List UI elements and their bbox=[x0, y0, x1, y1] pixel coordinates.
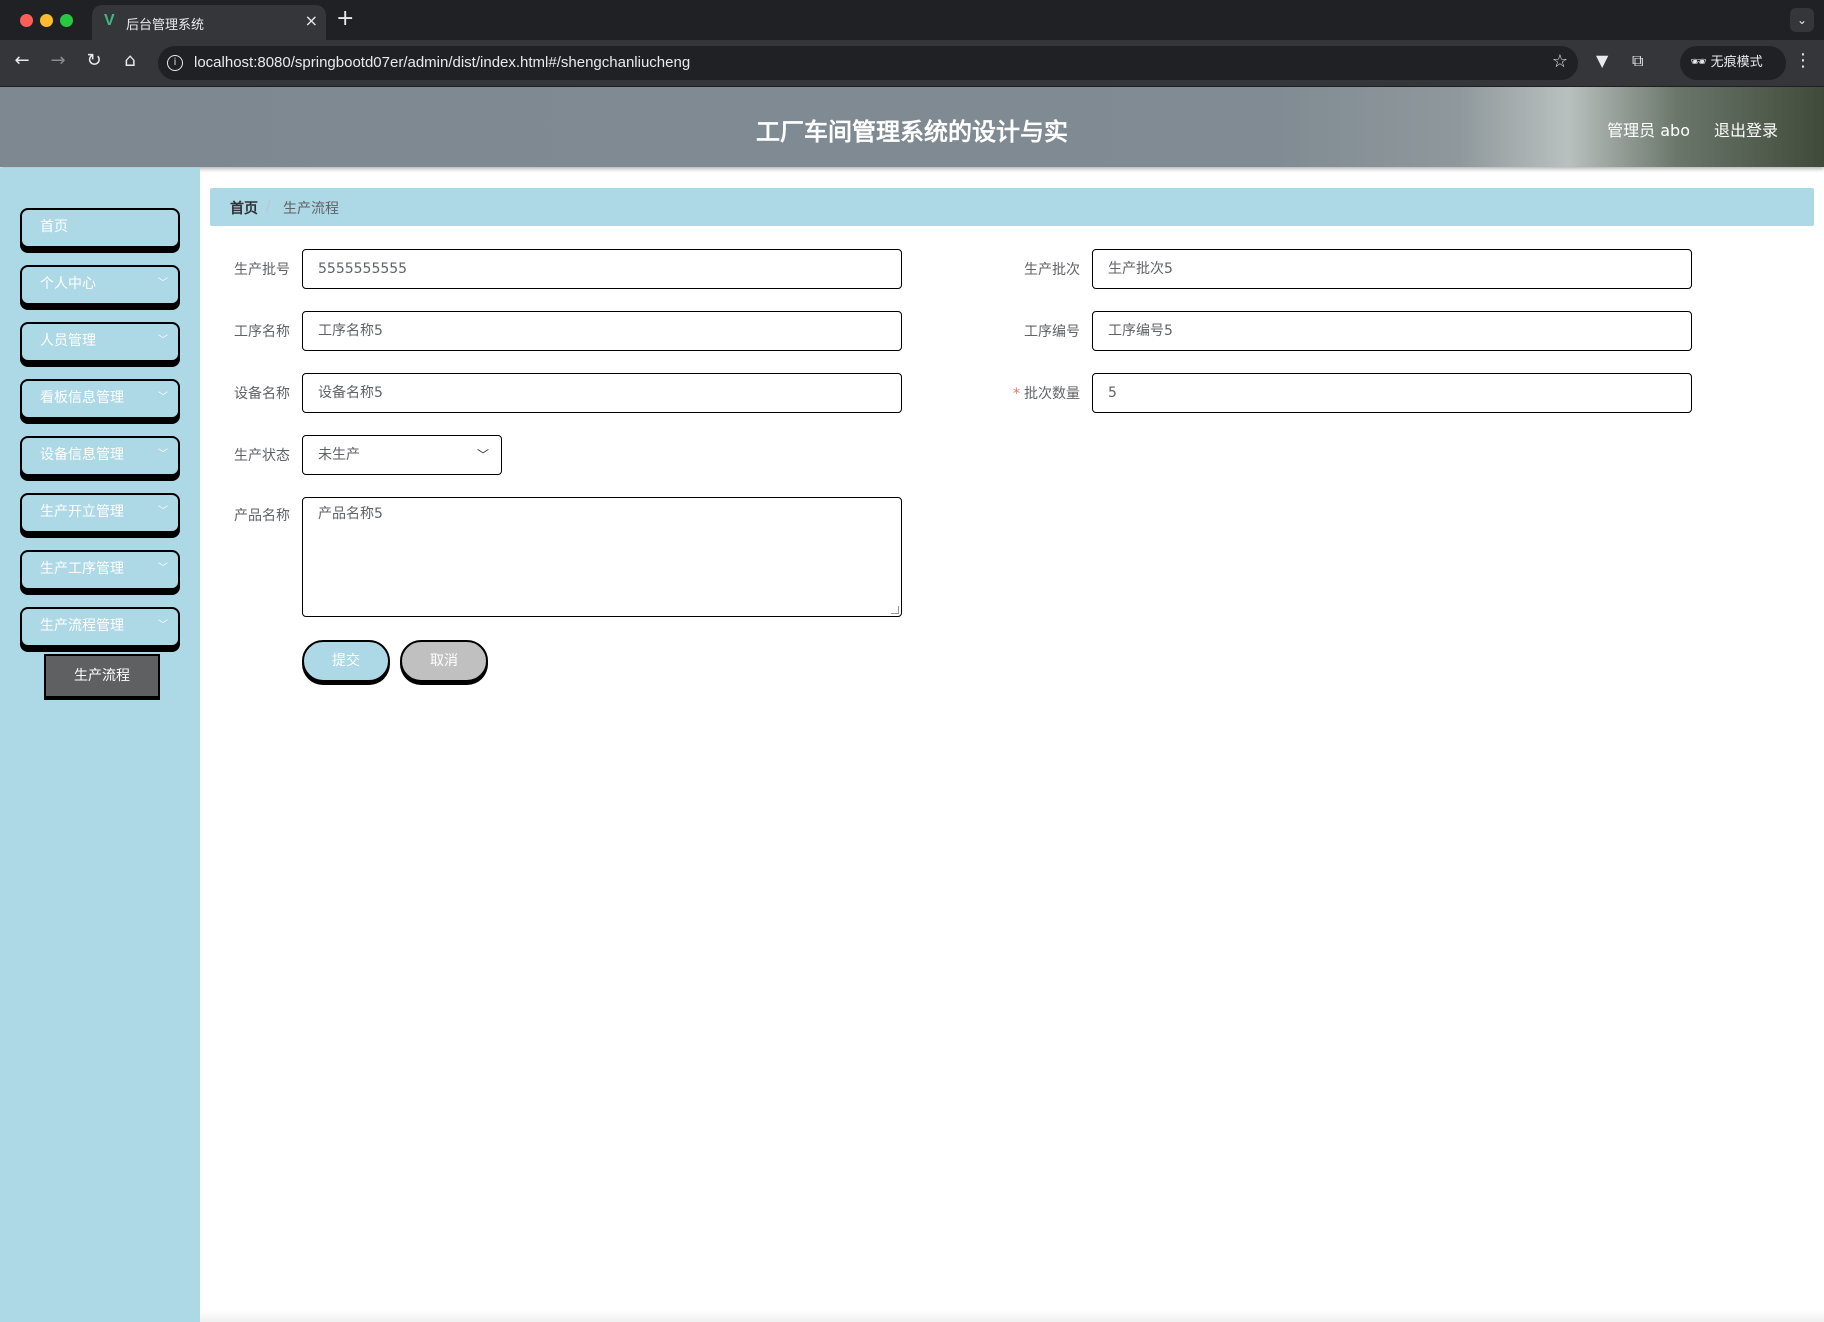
url-text[interactable]: localhost:8080/springbootd07er/admin/dis… bbox=[194, 54, 690, 71]
incognito-label: 无痕模式 bbox=[1710, 55, 1763, 70]
tab-close-icon[interactable]: × bbox=[305, 11, 318, 30]
back-arrow-icon[interactable]: ← bbox=[10, 50, 34, 71]
chevron-down-icon: ﹀ bbox=[158, 563, 168, 574]
incognito-icon: 🕶 bbox=[1690, 55, 1707, 70]
resize-handle-icon[interactable] bbox=[891, 606, 899, 614]
browser-toolbar: ← → ↻ ⌂ i localhost:8080/springbootd07er… bbox=[0, 40, 1824, 87]
sidebar-item-personal-center[interactable]: 个人中心 ﹀ bbox=[20, 265, 180, 305]
sidebar-item-home[interactable]: 首页 bbox=[20, 208, 180, 248]
batch-qty-label: * 批次数量 bbox=[980, 383, 1080, 403]
vue-logo-icon: V bbox=[104, 12, 115, 29]
sidebar: 首页 个人中心 ﹀ 人员管理 ﹀ 看板信息管理 ﹀ 设备信息管理 ﹀ 生产开立管… bbox=[0, 168, 200, 1322]
batch-qty-input[interactable]: 5 bbox=[1092, 373, 1692, 413]
extensions-puzzle-icon[interactable]: ⧉ bbox=[1632, 51, 1643, 71]
sidebar-item-board-management[interactable]: 看板信息管理 ﹀ bbox=[20, 379, 180, 419]
chevron-down-icon: ﹀ bbox=[158, 449, 168, 460]
sidebar-item-label: 生产开立管理 bbox=[40, 504, 124, 520]
product-name-textarea[interactable]: 产品名称5 bbox=[302, 497, 902, 617]
browser-tab[interactable]: V 后台管理系统 × bbox=[92, 5, 326, 40]
page-bottom-shadow bbox=[200, 1310, 1824, 1322]
sidebar-item-label: 生产工序管理 bbox=[40, 561, 124, 577]
sidebar-item-device-management[interactable]: 设备信息管理 ﹀ bbox=[20, 436, 180, 476]
minimize-window-button[interactable] bbox=[40, 14, 53, 27]
process-no-label: 工序编号 bbox=[1024, 324, 1080, 340]
sidebar-item-label: 首页 bbox=[40, 219, 68, 235]
submit-button[interactable]: 提交 bbox=[302, 640, 390, 682]
sidebar-item-flow-management[interactable]: 生产流程管理 ﹀ bbox=[20, 607, 180, 647]
home-icon[interactable]: ⌂ bbox=[118, 50, 142, 71]
chevron-up-icon: ﹀ bbox=[158, 620, 168, 631]
forward-arrow-icon[interactable]: → bbox=[46, 50, 70, 71]
status-label: 生产状态 bbox=[234, 448, 290, 464]
close-window-button[interactable] bbox=[20, 14, 33, 27]
product-name-label: 产品名称 bbox=[234, 508, 290, 524]
maximize-window-button[interactable] bbox=[60, 14, 73, 27]
site-info-icon[interactable]: i bbox=[167, 55, 183, 71]
chevron-down-icon: ﹀ bbox=[158, 506, 168, 517]
sidebar-item-label: 设备信息管理 bbox=[40, 447, 124, 463]
vue-devtools-icon[interactable]: ▼ bbox=[1596, 51, 1608, 70]
sidebar-item-process-management[interactable]: 生产工序管理 ﹀ bbox=[20, 550, 180, 590]
sidebar-item-label: 生产流程管理 bbox=[40, 618, 124, 634]
product-name-value: 产品名称5 bbox=[318, 506, 383, 522]
browser-tab-bar: V 后台管理系统 × + ⌄ bbox=[0, 0, 1824, 40]
new-tab-button[interactable]: + bbox=[336, 6, 354, 31]
sidebar-item-label: 个人中心 bbox=[40, 276, 96, 292]
breadcrumb-current: 生产流程 bbox=[283, 201, 339, 217]
batch-no-input[interactable]: 5555555555 bbox=[302, 249, 902, 289]
tab-title: 后台管理系统 bbox=[126, 18, 205, 33]
sidebar-item-staff-management[interactable]: 人员管理 ﹀ bbox=[20, 322, 180, 362]
address-bar[interactable]: i localhost:8080/springbootd07er/admin/d… bbox=[158, 46, 1578, 80]
chevron-down-icon: ﹀ bbox=[158, 392, 168, 403]
bookmark-star-icon[interactable]: ☆ bbox=[1552, 51, 1568, 72]
chevron-down-icon: ﹀ bbox=[476, 448, 489, 462]
tab-search-chevron-icon[interactable]: ⌄ bbox=[1790, 8, 1814, 32]
sidebar-item-label: 看板信息管理 bbox=[40, 390, 124, 406]
process-no-input[interactable]: 工序编号5 bbox=[1092, 311, 1692, 351]
required-mark: * bbox=[1013, 386, 1020, 402]
browser-menu-icon[interactable]: ⋮ bbox=[1794, 50, 1812, 71]
current-user: 管理员 abo bbox=[1607, 121, 1690, 140]
process-name-label: 工序名称 bbox=[234, 324, 290, 340]
sidebar-item-label: 人员管理 bbox=[40, 333, 96, 349]
chevron-down-icon: ﹀ bbox=[158, 335, 168, 346]
batch-qty-label-text: 批次数量 bbox=[1024, 386, 1080, 402]
app-title: 工厂车间管理系统的设计与实 bbox=[756, 118, 1068, 146]
batch-no-label: 生产批号 bbox=[234, 262, 290, 278]
sidebar-item-production-open-management[interactable]: 生产开立管理 ﹀ bbox=[20, 493, 180, 533]
process-name-input[interactable]: 工序名称5 bbox=[302, 311, 902, 351]
cancel-button[interactable]: 取消 bbox=[400, 640, 488, 682]
device-name-input[interactable]: 设备名称5 bbox=[302, 373, 902, 413]
status-select-value: 未生产 bbox=[318, 447, 360, 463]
reload-icon[interactable]: ↻ bbox=[82, 50, 106, 71]
sidebar-subitem-production-flow[interactable]: 生产流程 bbox=[44, 654, 160, 698]
chevron-down-icon: ﹀ bbox=[158, 278, 168, 289]
status-select[interactable]: 未生产 ﹀ bbox=[302, 435, 502, 475]
breadcrumb-separator: / bbox=[266, 198, 271, 214]
app-header: 工厂车间管理系统的设计与实 管理员 abo 退出登录 bbox=[0, 87, 1824, 167]
incognito-badge[interactable]: 🕶 无痕模式 bbox=[1680, 46, 1786, 80]
logout-link[interactable]: 退出登录 bbox=[1714, 117, 1778, 141]
breadcrumb-home[interactable]: 首页 bbox=[230, 198, 258, 218]
batch-input[interactable]: 生产批次5 bbox=[1092, 249, 1692, 289]
device-name-label: 设备名称 bbox=[234, 386, 290, 402]
breadcrumb: 首页 / 生产流程 bbox=[210, 188, 1814, 226]
batch-label: 生产批次 bbox=[1024, 262, 1080, 278]
